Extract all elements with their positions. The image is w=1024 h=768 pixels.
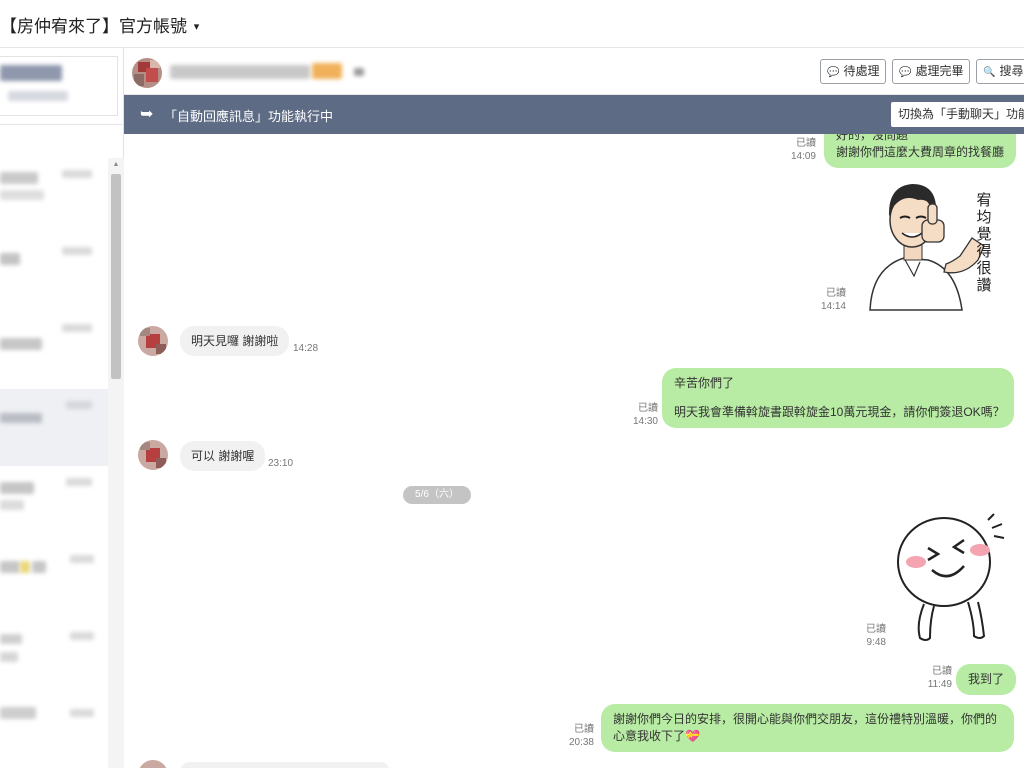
sticker-caption: 宥均覺得很讚 xyxy=(976,192,992,294)
check-bubble-icon: 💬 xyxy=(899,67,912,78)
message-meta: 已讀 14:30 xyxy=(616,402,658,428)
message-time: 11:49 xyxy=(927,679,952,690)
scroll-up-arrow-icon[interactable]: ▲ xyxy=(108,158,124,172)
message-line: 好的，沒問題 xyxy=(836,134,909,142)
chat-header: 💬 待處理 💬 處理完畢 🔍 搜尋 xyxy=(124,48,1024,95)
chat-list-item[interactable] xyxy=(0,543,108,620)
chat-list xyxy=(0,158,108,768)
contact-avatar[interactable] xyxy=(138,440,168,470)
reply-arrow-icon: ➥ xyxy=(140,106,154,123)
message-meta: 已讀 9:48 xyxy=(844,623,886,649)
message-line: 我到了 xyxy=(968,672,1005,686)
chat-list-scrollbar[interactable]: ▲ xyxy=(108,158,124,768)
message-line: 明天我會準備斡旋書跟斡旋金10萬元現金，請你們簽退OK嗎？ xyxy=(674,405,1005,419)
incoming-message: 可以 謝謝喔 xyxy=(180,441,266,471)
contact-emoji xyxy=(312,63,342,79)
auto-reply-status: 「自動回應訊息」功能執行中 xyxy=(164,109,334,124)
message-meta: 已讀 20:38 xyxy=(552,723,594,749)
message-line: 明天見囉 謝謝啦 xyxy=(191,334,279,348)
pending-label: 待處理 xyxy=(843,64,880,78)
thumbs-up-man-sticker: 宥均覺得很讚 xyxy=(860,176,1008,312)
read-status: 已讀 xyxy=(932,666,952,677)
message-line: 謝謝你們這麼大費周章的找餐廳 xyxy=(836,145,1005,159)
account-title: 【房仲宥來了】官方帳號 xyxy=(0,17,187,36)
switch-to-manual-button[interactable]: 切換為「手動聊天」功能 xyxy=(891,102,1024,127)
read-status: 已讀 xyxy=(574,724,594,735)
auto-reply-bar: ➥ 「自動回應訊息」功能執行中 切換為「手動聊天」功能 xyxy=(124,95,1024,134)
message-time: 9:48 xyxy=(866,637,886,648)
search-label: 搜尋 xyxy=(999,64,1024,78)
message-time: 23:10 xyxy=(268,458,294,469)
message-line: 可以 謝謝喔 xyxy=(191,449,255,463)
search-button[interactable]: 🔍 搜尋 xyxy=(976,59,1024,84)
account-switcher[interactable]: 【房仲宥來了】官方帳號 ▾ xyxy=(0,12,199,37)
date-divider: 5/6（六） xyxy=(403,486,471,504)
chat-list-item[interactable] xyxy=(0,312,108,389)
done-button[interactable]: 💬 處理完畢 xyxy=(892,59,971,84)
contact-extra xyxy=(354,68,364,76)
selected-contact-card[interactable] xyxy=(0,56,118,116)
message-area: 已讀 14:09 好的，沒問題 謝謝你們這麼大費周章的找餐廳 已讀 14:14 xyxy=(124,134,1024,768)
scroll-thumb[interactable] xyxy=(111,174,121,379)
contact-name xyxy=(170,65,310,79)
message-time: 14:09 xyxy=(790,151,816,162)
search-icon: 🔍 xyxy=(983,67,996,78)
message-line: 謝謝你們今日的安排，很開心能與你們交朋友，這份禮特別溫暖，你們的 xyxy=(613,712,998,726)
read-status: 已讀 xyxy=(866,624,886,635)
message-meta: 已讀 14:14 xyxy=(804,287,846,313)
chat-list-item[interactable] xyxy=(0,235,108,312)
chevron-down-icon: ▾ xyxy=(193,21,200,33)
read-status: 已讀 xyxy=(826,288,846,299)
message-meta: 已讀 11:49 xyxy=(910,665,952,691)
chat-list-panel: ▲ xyxy=(0,48,124,768)
message-time: 20:38 xyxy=(568,737,594,748)
outgoing-message: 好的，沒問題 謝謝你們這麼大費周章的找餐廳 xyxy=(824,134,1017,168)
contact-avatar[interactable] xyxy=(132,58,162,88)
message-line: 辛苦你們了 xyxy=(674,376,735,390)
contact-avatar[interactable] xyxy=(138,326,168,356)
top-bar: 【房仲宥來了】官方帳號 ▾ xyxy=(0,0,1024,48)
message-time: 14:14 xyxy=(820,301,846,312)
divider xyxy=(0,124,124,125)
chat-list-item[interactable] xyxy=(0,466,108,543)
read-status: 已讀 xyxy=(796,138,816,149)
contact-avatar[interactable] xyxy=(138,760,168,768)
message-line: 心意我收下了💝 xyxy=(613,729,700,743)
outgoing-message: 辛苦你們了 明天我會準備斡旋書跟斡旋金10萬元現金，請你們簽退OK嗎？ xyxy=(662,368,1014,428)
done-label: 處理完畢 xyxy=(915,64,964,78)
chat-list-item[interactable] xyxy=(0,697,108,768)
read-status: 已讀 xyxy=(638,403,658,414)
chat-list-item-active[interactable] xyxy=(0,389,108,466)
message-meta: 已讀 14:09 xyxy=(774,137,816,163)
pending-button[interactable]: 💬 待處理 xyxy=(820,59,887,84)
speech-bubble-icon: 💬 xyxy=(827,67,840,78)
laughing-face-sticker xyxy=(894,512,1014,646)
chat-list-item[interactable] xyxy=(0,158,108,235)
chat-list-item[interactable] xyxy=(0,620,108,697)
message-time: 14:28 xyxy=(293,343,319,354)
outgoing-message: 謝謝你們今日的安排，很開心能與你們交朋友，這份禮特別溫暖，你們的 心意我收下了💝 xyxy=(601,704,1014,752)
incoming-message: 明天見囉 謝謝啦 xyxy=(180,326,290,356)
incoming-message xyxy=(180,762,390,768)
outgoing-message: 我到了 xyxy=(956,664,1017,695)
message-time: 14:30 xyxy=(632,416,658,427)
